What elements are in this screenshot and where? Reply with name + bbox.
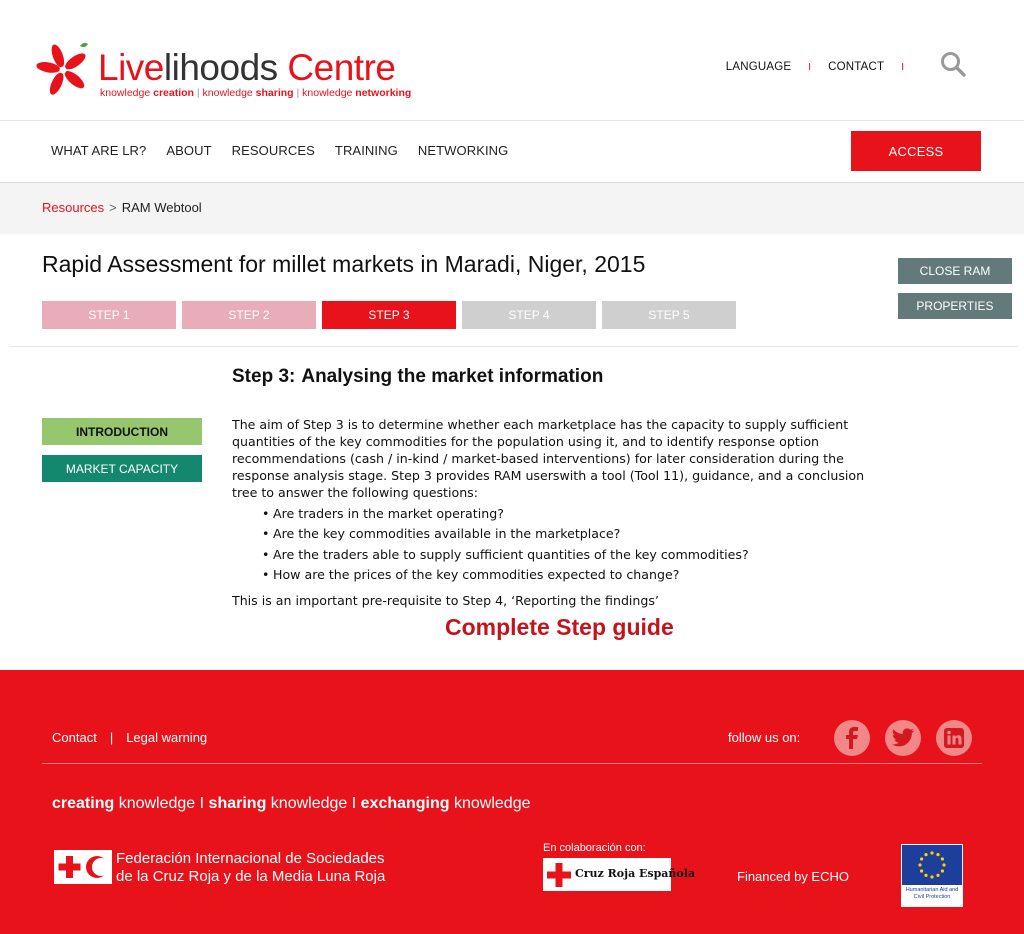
step-tab-4[interactable]: STEP 4: [462, 301, 596, 329]
closing-paragraph: This is an important pre-requisite to St…: [232, 593, 659, 608]
step-tab-5[interactable]: STEP 5: [602, 301, 736, 329]
footer-links: Contact | Legal warning: [52, 730, 207, 745]
site-header: Livelihoods Centre knowledge creation | …: [0, 0, 1024, 121]
step-tab-2[interactable]: STEP 2: [182, 301, 316, 329]
step-heading-prefix: Step 3:: [232, 366, 296, 387]
close-ram-button[interactable]: CLOSE RAM: [898, 258, 1012, 284]
search-icon[interactable]: [940, 51, 966, 77]
cruz-roja-espanola-logo[interactable]: Cruz Roja Española: [543, 858, 695, 891]
list-item: Are the traders able to supply sufficien…: [262, 546, 892, 563]
collaboration-label: En colaboración con:: [543, 842, 646, 854]
nav-item-resources[interactable]: RESOURCES: [232, 143, 315, 158]
site-footer: Contact | Legal warning follow us on: cr…: [0, 670, 1024, 934]
footer-divider: [42, 763, 982, 764]
logo-wordmark: Livelihoods Centre: [98, 47, 396, 88]
nav-item-training[interactable]: TRAINING: [335, 143, 398, 158]
step-heading: Step 3: Analysing the market information: [232, 366, 603, 388]
complete-step-guide-link[interactable]: Complete Step guide: [445, 614, 674, 641]
nav-item-about[interactable]: ABOUT: [166, 143, 211, 158]
eu-flag-icon: [902, 845, 962, 885]
facebook-icon[interactable]: [834, 720, 870, 756]
section-divider: [10, 346, 1018, 347]
footer-separator: |: [109, 730, 114, 745]
nav-item-networking[interactable]: NETWORKING: [418, 143, 509, 158]
breadcrumb: Resources > RAM Webtool: [42, 200, 202, 215]
livelihoods-centre-logo[interactable]: Livelihoods Centre knowledge creation | …: [36, 40, 416, 104]
echo-caption: Humanitarian Aid and Civil Protection: [905, 887, 959, 900]
market-capacity-tab[interactable]: MARKET CAPACITY: [42, 455, 202, 482]
intro-paragraph: The aim of Step 3 is to determine whethe…: [232, 417, 865, 500]
contact-link[interactable]: CONTACT: [828, 61, 884, 73]
language-link[interactable]: LANGUAGE: [726, 61, 792, 73]
ifrc-logo[interactable]: [54, 850, 112, 884]
follow-us-label: follow us on:: [728, 730, 801, 745]
top-links-separator: I: [901, 61, 904, 73]
properties-button[interactable]: PROPERTIES: [898, 293, 1012, 319]
logo-tagline: knowledge creation | knowledge sharing |…: [100, 87, 412, 99]
footer-tagline: creating knowledge I sharing knowledge I…: [52, 795, 531, 812]
breadcrumb-separator: >: [109, 200, 117, 215]
list-item: Are traders in the market operating?: [262, 505, 892, 522]
twitter-icon[interactable]: [885, 720, 921, 756]
top-links: LANGUAGE I CONTACT I: [726, 54, 904, 80]
top-links-separator: I: [808, 61, 812, 73]
step-tab-1[interactable]: STEP 1: [42, 301, 176, 329]
introduction-tab[interactable]: INTRODUCTION: [42, 418, 202, 445]
main-nav: WHAT ARE LR? ABOUT RESOURCES TRAINING NE…: [0, 121, 1024, 183]
step-tabs: STEP 1 STEP 2 STEP 3 STEP 4 STEP 5: [42, 301, 736, 329]
step-content: The aim of Step 3 is to determine whethe…: [232, 416, 892, 609]
page-title: Rapid Assessment for millet markets in M…: [42, 251, 646, 277]
financed-by-echo: Financed by ECHO: [737, 869, 849, 884]
linkedin-icon[interactable]: [936, 720, 972, 756]
breadcrumb-resources-link[interactable]: Resources: [42, 200, 104, 215]
ifrc-name: Federación Internacional de Sociedades d…: [116, 850, 386, 885]
legal-warning-link[interactable]: Legal warning: [126, 730, 207, 745]
breadcrumb-bar: Resources > RAM Webtool: [0, 184, 1024, 234]
list-item: How are the prices of the key commoditie…: [262, 566, 892, 583]
step-heading-text: Analysing the market information: [301, 366, 604, 387]
step-tab-3[interactable]: STEP 3: [322, 301, 456, 329]
flower-logo-icon: [36, 42, 88, 95]
nav-item-what-are-lr[interactable]: WHAT ARE LR?: [51, 143, 146, 158]
questions-list: Are traders in the market operating? Are…: [262, 505, 892, 584]
list-item: Are the key commodities available in the…: [262, 525, 892, 542]
breadcrumb-current: RAM Webtool: [121, 200, 202, 215]
echo-logo[interactable]: Humanitarian Aid and Civil Protection: [901, 844, 963, 907]
nav-menu: WHAT ARE LR? ABOUT RESOURCES TRAINING NE…: [51, 143, 528, 158]
access-button[interactable]: ACCESS: [851, 131, 981, 171]
footer-contact-link[interactable]: Contact: [52, 730, 97, 745]
